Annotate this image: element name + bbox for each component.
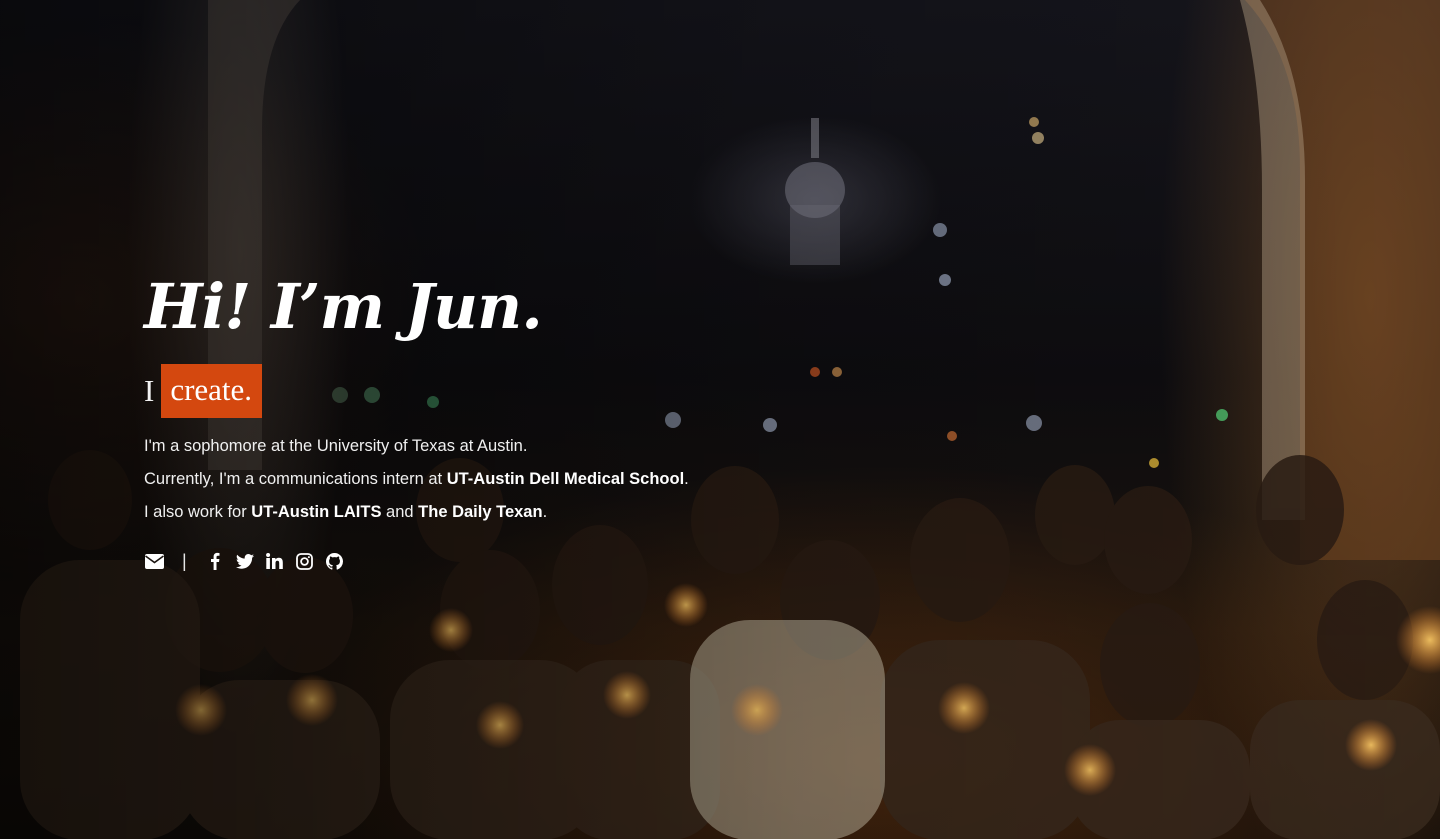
bio-line-3-prefix: I also work for (144, 503, 252, 521)
bio-line-1-text: I'm a sophomore at the University of Tex… (144, 437, 528, 455)
linkedin-icon[interactable] (265, 551, 285, 571)
bio-line-3-suffix: . (542, 503, 548, 521)
social-links: | (144, 551, 689, 571)
laits-link[interactable]: UT-Austin LAITS (251, 503, 381, 521)
facebook-icon[interactable] (205, 551, 225, 571)
bio-line-2-suffix: . (684, 470, 689, 488)
tagline: I create. (144, 364, 689, 418)
bio-line-2-prefix: Currently, I'm a communications intern a… (144, 470, 447, 488)
twitter-icon[interactable] (235, 551, 255, 571)
bio-line-work: I also work for UT-Austin LAITS and The … (144, 496, 689, 529)
social-separator: | (182, 551, 187, 571)
tagline-highlight: create. (161, 364, 263, 418)
envelope-icon[interactable] (144, 551, 164, 571)
bio: I'm a sophomore at the University of Tex… (144, 430, 689, 529)
bio-line-3-middle: and (381, 503, 419, 521)
tagline-prefix: I (144, 373, 155, 408)
page-title: Hi! I’m Jun. (144, 270, 543, 343)
instagram-icon[interactable] (295, 551, 315, 571)
dell-medical-link[interactable]: UT-Austin Dell Medical School (447, 470, 684, 488)
github-icon[interactable] (325, 551, 345, 571)
hero-section: Hi! I’m Jun. I create. I'm a sophomore a… (0, 0, 1440, 839)
daily-texan-link[interactable]: The Daily Texan (418, 503, 542, 521)
bio-line-internship: Currently, I'm a communications intern a… (144, 463, 689, 496)
bio-line-school: I'm a sophomore at the University of Tex… (144, 430, 689, 463)
hero-content: Hi! I’m Jun. I create. I'm a sophomore a… (144, 270, 689, 571)
